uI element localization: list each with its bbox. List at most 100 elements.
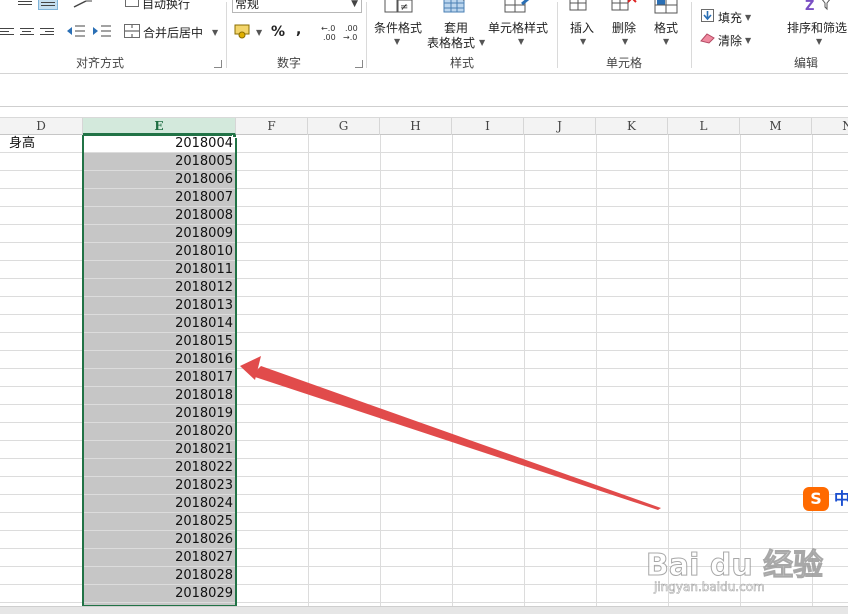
cell-e[interactable]: 2018021 (83, 441, 233, 459)
cell-e[interactable]: 2018009 (83, 225, 233, 243)
format-as-table-label-2[interactable]: 表格格式 (427, 34, 475, 51)
align-middle-icon[interactable] (38, 0, 58, 10)
ime-status-badge[interactable]: S 中 (803, 487, 848, 511)
column-header-m[interactable]: M (740, 118, 812, 135)
eraser-icon[interactable] (700, 32, 716, 47)
align-center-icon[interactable] (20, 28, 34, 38)
cell-e[interactable]: 2018020 (83, 423, 233, 441)
cell-e[interactable]: 2018016 (83, 351, 233, 369)
conditional-format-dropdown-icon[interactable]: ▼ (394, 37, 400, 46)
cell-e[interactable]: 2018011 (83, 261, 233, 279)
column-header-d[interactable]: D (0, 118, 83, 135)
merge-center-dropdown-icon[interactable]: ▼ (212, 28, 218, 37)
cell-e[interactable]: 2018018 (83, 387, 233, 405)
fill-button[interactable]: 填充 (718, 9, 742, 26)
alignment-group-label: 对齐方式 (76, 56, 125, 70)
clear-dropdown-icon[interactable]: ▼ (745, 36, 751, 45)
svg-text:≠: ≠ (400, 2, 408, 13)
cell-e[interactable]: 2018019 (83, 405, 233, 423)
cell-e[interactable]: 2018005 (83, 153, 233, 171)
delete-icon[interactable] (611, 0, 637, 15)
column-header-h[interactable]: H (380, 118, 452, 135)
sort-filter-dropdown-icon[interactable]: ▼ (816, 37, 822, 46)
merge-center-button[interactable]: 合并后居中 (143, 24, 203, 41)
cell-e[interactable]: 2018024 (83, 495, 233, 513)
cell-e[interactable]: 2018014 (83, 315, 233, 333)
worksheet-grid[interactable]: 身高 2018004 2018005 2018006 2018007 20180… (0, 135, 848, 606)
column-header-k[interactable]: K (596, 118, 668, 135)
format-cells-icon[interactable] (654, 0, 678, 17)
formula-bar[interactable] (0, 74, 848, 107)
clear-button[interactable]: 清除 (718, 32, 742, 49)
cell-styles-button[interactable]: 单元格样式 (488, 19, 548, 36)
cell-e[interactable]: 2018026 (83, 531, 233, 549)
column-header-n[interactable]: N (812, 118, 848, 135)
watermark: Bai du 经验 jingyan.baidu.com (645, 540, 823, 602)
format-as-table-dropdown-icon[interactable]: ▼ (479, 38, 485, 47)
delete-dropdown-icon[interactable]: ▼ (622, 37, 628, 46)
delete-button[interactable]: 删除 (612, 19, 636, 36)
cell-e[interactable]: 2018029 (83, 585, 233, 603)
styles-group-label: 样式 (450, 56, 475, 70)
decrease-indent-icon[interactable] (66, 24, 86, 41)
cell-e[interactable]: 2018028 (83, 567, 233, 585)
cell-e[interactable]: 2018010 (83, 243, 233, 261)
decrease-decimal-icon[interactable]: .00 →.0 (342, 22, 362, 45)
formula-gap (0, 107, 848, 117)
align-left-icon[interactable] (0, 28, 14, 38)
alignment-dialog-launcher-icon[interactable] (214, 60, 222, 68)
conditional-format-button[interactable]: 条件格式 (374, 19, 422, 36)
column-header-i[interactable]: I (452, 118, 524, 135)
svg-text:.00: .00 (345, 24, 358, 33)
cell-d-height-label[interactable]: 身高 (9, 135, 35, 153)
separator (557, 2, 558, 68)
orientation-icon[interactable] (72, 0, 94, 8)
cell-e[interactable]: 2018008 (83, 207, 233, 225)
cell-e[interactable]: 2018007 (83, 189, 233, 207)
cell-e[interactable]: 2018022 (83, 459, 233, 477)
format-cells-button[interactable]: 格式 (654, 19, 678, 36)
column-header-g[interactable]: G (308, 118, 380, 135)
sort-filter-button[interactable]: 排序和筛选 (787, 19, 847, 36)
cell-e[interactable]: 2018012 (83, 279, 233, 297)
column-header-e[interactable]: E (83, 118, 236, 135)
cell-e[interactable]: 2018004 (83, 135, 233, 153)
sogou-logo-icon: S (803, 487, 829, 511)
accounting-format-icon[interactable] (234, 23, 256, 42)
wrap-text-icon[interactable] (125, 0, 139, 7)
fill-icon[interactable] (701, 9, 714, 22)
number-format-value: 常规 (235, 0, 260, 11)
cell-styles-icon[interactable] (504, 0, 536, 17)
cell-e[interactable]: 2018027 (83, 549, 233, 567)
insert-icon[interactable] (569, 0, 589, 15)
cell-e[interactable]: 2018015 (83, 333, 233, 351)
insert-dropdown-icon[interactable]: ▼ (580, 37, 586, 46)
sort-filter-icon[interactable]: Z (804, 0, 834, 17)
increase-indent-icon[interactable] (92, 24, 112, 41)
merge-center-icon[interactable] (124, 24, 140, 38)
align-right-icon[interactable] (40, 28, 54, 38)
percent-style-button[interactable]: % (271, 24, 285, 40)
cell-e[interactable]: 2018017 (83, 369, 233, 387)
wrap-text-button[interactable]: 自动换行 (142, 0, 190, 12)
separator (366, 2, 367, 68)
column-header-j[interactable]: J (524, 118, 596, 135)
format-as-table-icon[interactable] (443, 0, 473, 17)
increase-decimal-icon[interactable]: ←.0.00 (320, 22, 340, 45)
align-top-icon[interactable] (18, 0, 32, 8)
cell-e[interactable]: 2018013 (83, 297, 233, 315)
insert-button[interactable]: 插入 (570, 19, 594, 36)
column-header-f[interactable]: F (236, 118, 308, 135)
fill-dropdown-icon[interactable]: ▼ (745, 13, 751, 22)
cell-styles-dropdown-icon[interactable]: ▼ (518, 37, 524, 46)
conditional-format-icon[interactable]: ≠ (384, 0, 414, 17)
comma-style-button[interactable]: , (296, 22, 301, 38)
number-dialog-launcher-icon[interactable] (355, 60, 363, 68)
cell-e[interactable]: 2018006 (83, 171, 233, 189)
format-cells-dropdown-icon[interactable]: ▼ (663, 37, 669, 46)
number-format-select[interactable]: 常规 ▼ (232, 0, 362, 13)
cell-e[interactable]: 2018023 (83, 477, 233, 495)
accounting-dropdown-icon[interactable]: ▼ (256, 28, 262, 37)
column-header-l[interactable]: L (668, 118, 740, 135)
cell-e[interactable]: 2018025 (83, 513, 233, 531)
